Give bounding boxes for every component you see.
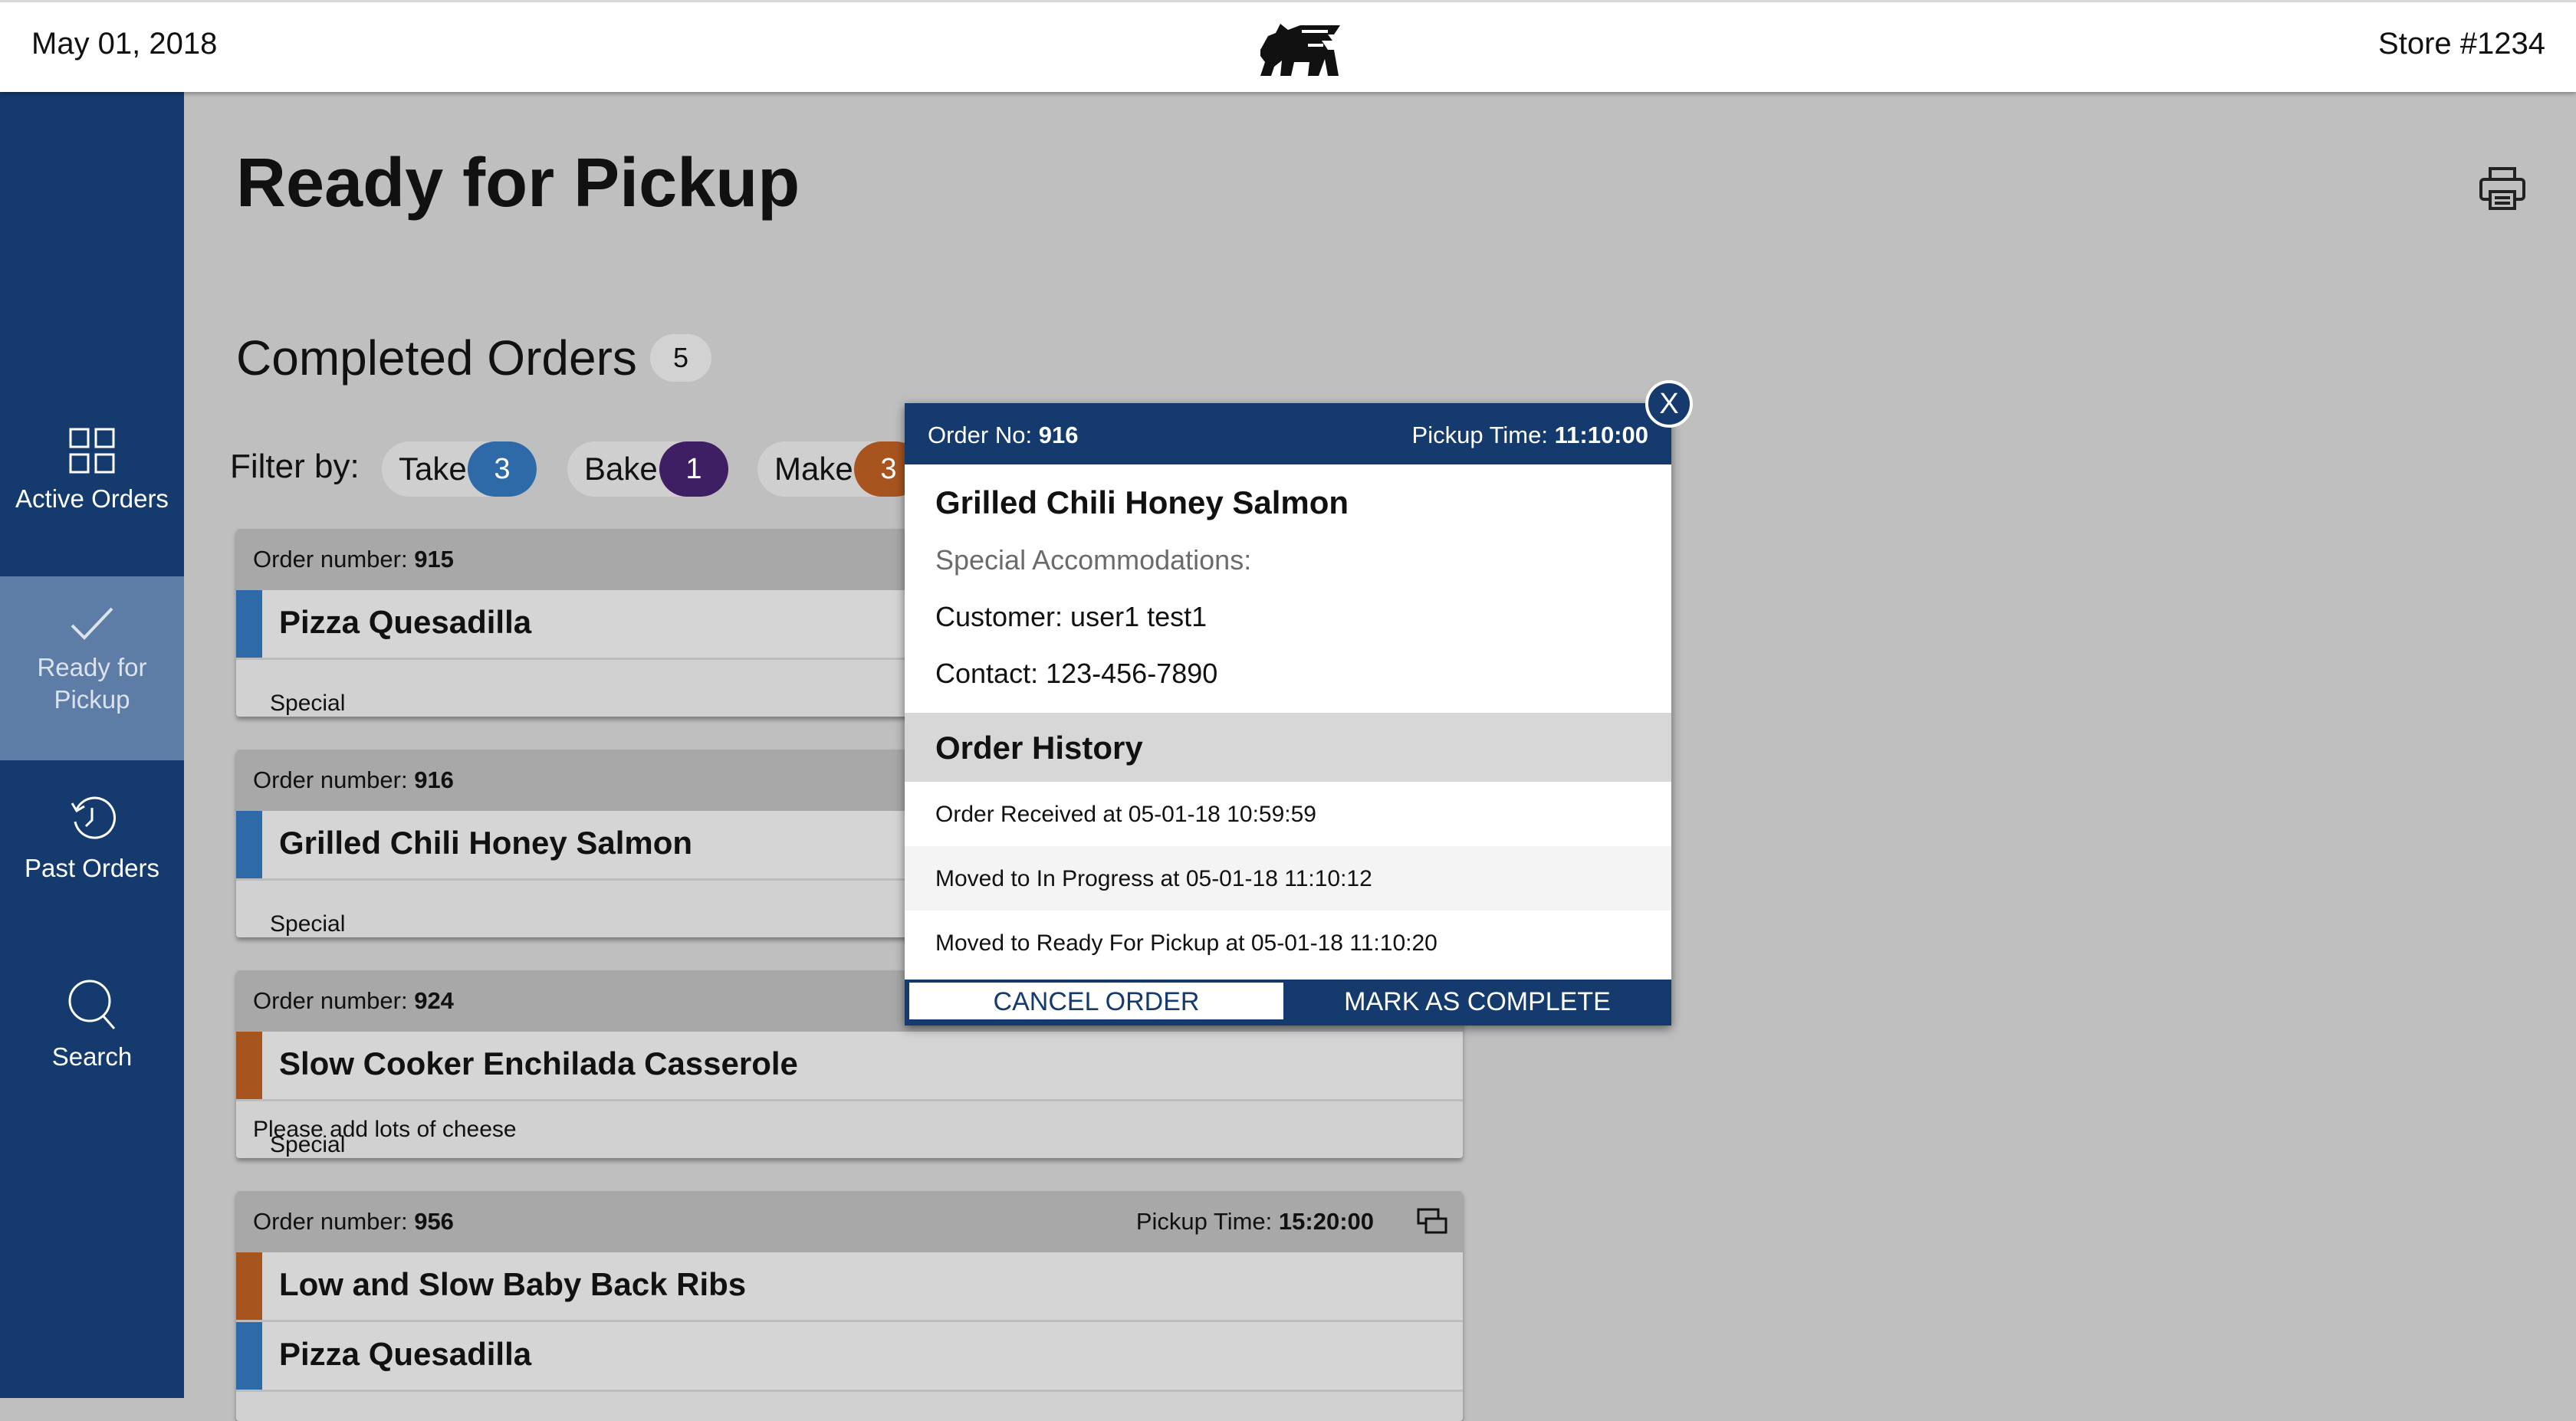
history-entry: Moved to Ready For Pickup at 05-01-18 11… bbox=[935, 930, 1438, 956]
sidebar-item-active-orders[interactable]: Active Orders bbox=[0, 428, 184, 515]
sidebar-item-label: Past Orders bbox=[24, 854, 160, 882]
filter-chip-label: Bake bbox=[584, 451, 658, 487]
current-date: May 01, 2018 bbox=[31, 27, 218, 61]
order-item: Pizza Quesadilla bbox=[236, 1322, 1463, 1392]
modal-item-title: Grilled Chili Honey Salmon bbox=[935, 484, 1349, 520]
filter-chip-make[interactable]: Make 3 bbox=[757, 441, 923, 497]
order-number: Order number: 916 bbox=[253, 766, 454, 793]
order-history-header: Order History bbox=[905, 713, 1671, 782]
filter-chip-label: Take bbox=[399, 451, 467, 487]
cancel-order-button[interactable]: CANCEL ORDER bbox=[909, 983, 1283, 1019]
item-name: Slow Cooker Enchilada Casserole bbox=[279, 1045, 798, 1081]
history-icon bbox=[71, 796, 117, 839]
grid-icon bbox=[69, 428, 115, 474]
check-icon bbox=[71, 607, 113, 640]
lion-logo-icon bbox=[1260, 24, 1340, 76]
print-icon[interactable] bbox=[2478, 166, 2527, 212]
order-number: Order number: 924 bbox=[253, 987, 454, 1014]
order-number: Order number: 956 bbox=[253, 1208, 454, 1235]
history-row: Order Received at 05-01-18 10:59:59 bbox=[905, 782, 1671, 846]
search-icon bbox=[68, 980, 116, 1029]
order-item: Low and Slow Baby Back Ribs bbox=[236, 1252, 1463, 1322]
sidebar: Active Orders Ready for Pickup Past Orde… bbox=[0, 92, 184, 1398]
history-entry: Moved to In Progress at 05-01-18 11:10:1… bbox=[935, 866, 1372, 891]
sidebar-item-label: Ready for Pickup bbox=[37, 653, 147, 714]
modal-customer: Customer: user1 test1 bbox=[935, 601, 1208, 632]
history-row: Moved to In Progress at 05-01-18 11:10:1… bbox=[905, 846, 1671, 911]
order-number: Order number: 915 bbox=[253, 546, 454, 573]
modal-order-number: Order No: 916 bbox=[928, 422, 1079, 448]
store-number: Store #1234 bbox=[2378, 27, 2545, 61]
mark-complete-button[interactable]: MARK AS COMPLETE bbox=[1288, 983, 1667, 1019]
modal-actions: CANCEL ORDER MARK AS COMPLETE bbox=[905, 980, 1671, 1026]
sidebar-item-label: Active Orders bbox=[15, 484, 169, 513]
sidebar-item-ready-for-pickup[interactable]: Ready for Pickup bbox=[0, 576, 184, 760]
modal-header: Order No: 916 Pickup Time: 11:10:00 bbox=[905, 403, 1671, 464]
order-history-title: Order History bbox=[935, 730, 1143, 766]
order-card-header: Order number: 956 Pickup Time: 15:20:00 bbox=[236, 1191, 1463, 1252]
item-name: Pizza Quesadilla bbox=[279, 1336, 532, 1372]
modal-accommodations: Special Accommodations: bbox=[935, 544, 1252, 576]
filter-chip-label: Make bbox=[774, 451, 853, 487]
item-name: Pizza Quesadilla bbox=[279, 604, 532, 640]
item-category-bar bbox=[236, 1322, 262, 1390]
modal-pickup-time: Pickup Time: 11:10:00 bbox=[1411, 422, 1648, 448]
filter-chip-take[interactable]: Take 3 bbox=[382, 441, 537, 497]
filter-label: Filter by: bbox=[230, 448, 360, 485]
order-card-956[interactable]: Order number: 956 Pickup Time: 15:20:00 … bbox=[236, 1191, 1463, 1421]
modal-contact: Contact: 123-456-7890 bbox=[935, 658, 1218, 689]
multiple-orders-icon[interactable] bbox=[1417, 1208, 1449, 1236]
sidebar-item-label: Search bbox=[51, 1042, 133, 1071]
item-name: Low and Slow Baby Back Ribs bbox=[279, 1266, 747, 1302]
page-title: Ready for Pickup bbox=[236, 145, 800, 222]
item-category-bar bbox=[236, 1032, 262, 1099]
section-title: Completed Orders bbox=[236, 330, 637, 386]
history-entry: Order Received at 05-01-18 10:59:59 bbox=[935, 802, 1316, 827]
history-row: Moved to Ready For Pickup at 05-01-18 11… bbox=[905, 911, 1671, 975]
filter-chip-count: 3 bbox=[468, 441, 537, 497]
order-notes: Special Accommodations: Please add lots … bbox=[253, 1117, 517, 1157]
order-count-badge: 5 bbox=[650, 334, 711, 382]
filter-chip-count: 1 bbox=[659, 441, 728, 497]
order-item: Slow Cooker Enchilada Casserole bbox=[236, 1032, 1463, 1101]
close-modal-button[interactable]: X bbox=[1645, 380, 1693, 428]
item-category-bar bbox=[236, 590, 262, 658]
sidebar-item-past-orders[interactable]: Past Orders bbox=[0, 794, 184, 884]
top-bar: May 01, 2018 Store #1234 bbox=[0, 0, 2576, 92]
item-category-bar bbox=[236, 811, 262, 878]
filter-chip-bake[interactable]: Bake 1 bbox=[567, 441, 728, 497]
item-name: Grilled Chili Honey Salmon bbox=[279, 825, 693, 861]
sidebar-item-search[interactable]: Search bbox=[0, 978, 184, 1073]
order-detail-modal: Order No: 916 Pickup Time: 11:10:00 Gril… bbox=[905, 403, 1671, 1026]
item-category-bar bbox=[236, 1252, 262, 1320]
pickup-time: Pickup Time: 15:20:00 bbox=[1135, 1208, 1374, 1235]
